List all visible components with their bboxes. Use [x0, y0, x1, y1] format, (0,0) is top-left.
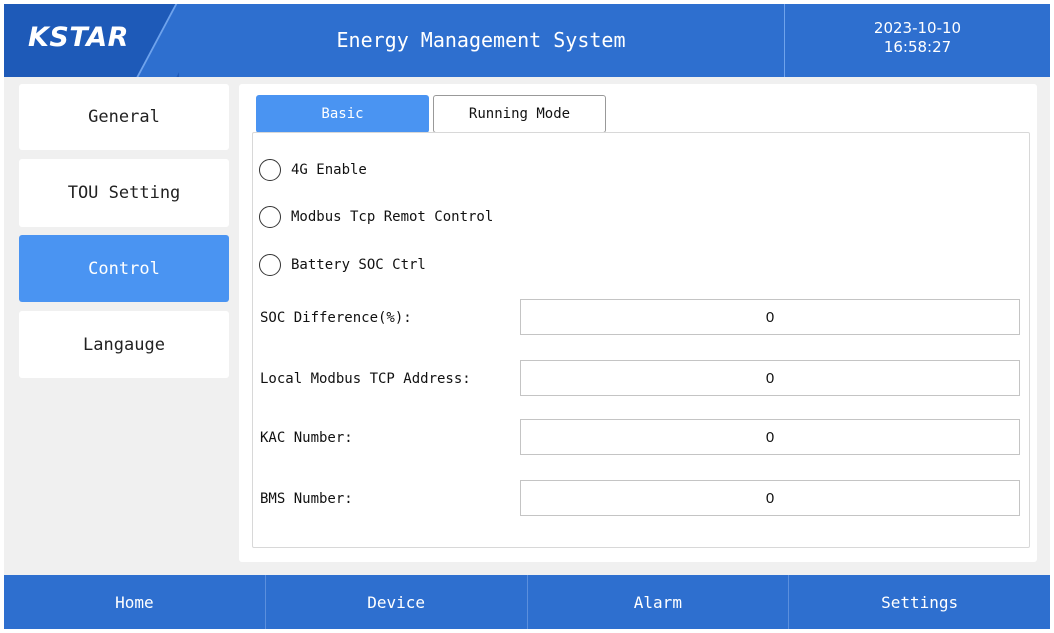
nav-device[interactable]: Device [264, 575, 527, 629]
app-title: Energy Management System [336, 28, 626, 52]
bottom-nav: Home Device Alarm Settings [4, 575, 1050, 629]
option-4g-enable[interactable]: 4G Enable [259, 159, 367, 181]
kac-number-input[interactable]: 0 [520, 419, 1020, 455]
kac-number-label: KAC Number: [260, 430, 353, 446]
sidebar-item-label: General [88, 107, 160, 127]
clock-time: 16:58:27 [883, 38, 952, 56]
radio-button-icon[interactable] [259, 254, 281, 276]
sidebar-item-control[interactable]: Control [19, 235, 229, 302]
soc-difference-label: SOC Difference(%): [260, 310, 412, 326]
sidebar-item-label: Control [88, 258, 160, 279]
nav-alarm[interactable]: Alarm [526, 575, 789, 629]
sidebar-item-label: TOU Setting [67, 183, 181, 203]
bms-number-label: BMS Number: [260, 491, 353, 507]
option-modbus-tcp-remote-control[interactable]: Modbus Tcp Remot Control [259, 206, 493, 228]
option-label: Battery SOC Ctrl [291, 257, 426, 273]
clock: 2023-10-10 16:58:27 [784, 4, 1050, 77]
local-modbus-tcp-address-label: Local Modbus TCP Address: [260, 371, 471, 387]
tab-basic[interactable]: Basic [256, 95, 429, 133]
sidebar-item-general[interactable]: General [19, 84, 229, 150]
option-label: 4G Enable [291, 162, 367, 178]
radio-button-icon[interactable] [259, 159, 281, 181]
nav-home[interactable]: Home [4, 575, 265, 629]
tab-running-mode[interactable]: Running Mode [433, 95, 606, 133]
local-modbus-tcp-address-input[interactable]: 0 [520, 360, 1020, 396]
sidebar-item-label: Langauge [83, 334, 165, 355]
radio-button-icon[interactable] [259, 206, 281, 228]
bms-number-input[interactable]: 0 [520, 480, 1020, 516]
sidebar-item-language[interactable]: Langauge [19, 311, 229, 378]
option-label: Modbus Tcp Remot Control [291, 209, 494, 225]
header-bar: KSTAR Energy Management System 2023-10-1… [4, 4, 1050, 77]
sidebar-item-tou-setting[interactable]: TOU Setting [19, 159, 229, 227]
clock-date: 2023-10-10 [873, 19, 962, 37]
kstar-logo: KSTAR [28, 22, 129, 53]
nav-settings[interactable]: Settings [788, 575, 1050, 629]
option-battery-soc-ctrl[interactable]: Battery SOC Ctrl [259, 254, 426, 276]
soc-difference-input[interactable]: 0 [520, 299, 1020, 335]
